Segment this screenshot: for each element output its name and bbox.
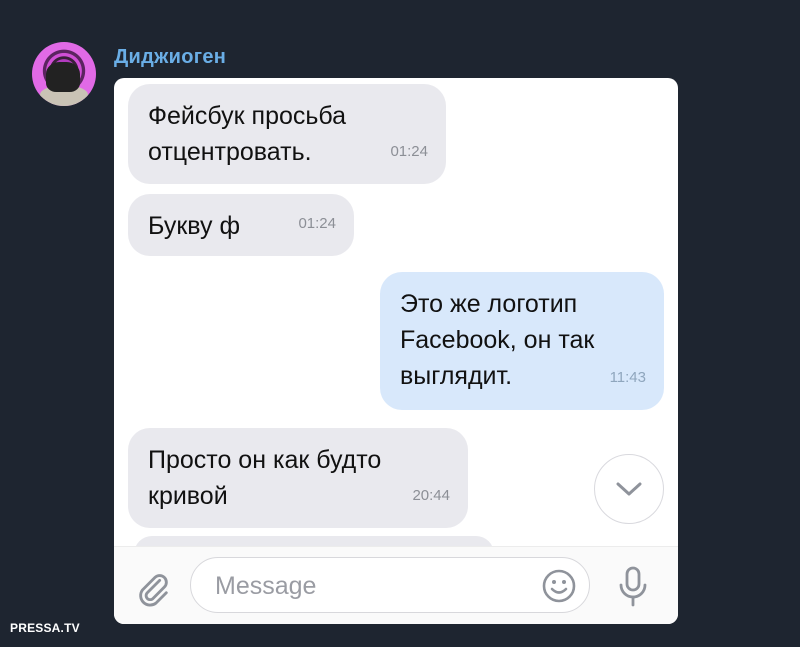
message-text-line: Просто он как будто (148, 446, 382, 474)
paperclip-icon[interactable] (134, 569, 172, 607)
message-time: 01:24 (390, 143, 428, 160)
message-bubble[interactable]: Фейсбук просьба отцентровать. 01:24 (128, 84, 446, 184)
message-time: 20:44 (412, 487, 450, 504)
chevron-down-icon (616, 482, 642, 496)
chat-panel: Фейсбук просьба отцентровать. 01:24 Букв… (114, 78, 678, 624)
message-time: 01:24 (298, 215, 336, 232)
avatar-figure-head (46, 62, 80, 92)
message-bubble[interactable]: Это же логотип Facebook, он так выглядит… (380, 272, 664, 410)
message-text-line: Facebook, он так (400, 326, 595, 354)
message-text-line: Фейсбук просьба (148, 102, 347, 130)
message-bubble[interactable]: Просто он как будто кривой 20:44 (128, 428, 468, 528)
message-text-line: Это же логотип (400, 290, 578, 318)
microphone-icon[interactable] (616, 565, 650, 609)
message-input-box[interactable] (190, 557, 590, 613)
message-input[interactable] (213, 566, 517, 606)
sender-name[interactable]: Диджиоген (114, 46, 226, 69)
message-time: 11:43 (609, 369, 646, 386)
watermark: PRESSA.TV (10, 621, 80, 635)
smiley-icon[interactable] (541, 568, 577, 604)
sender-avatar[interactable] (32, 42, 96, 106)
scroll-down-button[interactable] (594, 454, 664, 524)
message-text-line: отцентровать. (148, 138, 312, 166)
message-bubble[interactable]: Букву ф 01:24 (128, 194, 354, 256)
message-composer (114, 546, 678, 624)
message-text-line: кривой (148, 482, 228, 510)
